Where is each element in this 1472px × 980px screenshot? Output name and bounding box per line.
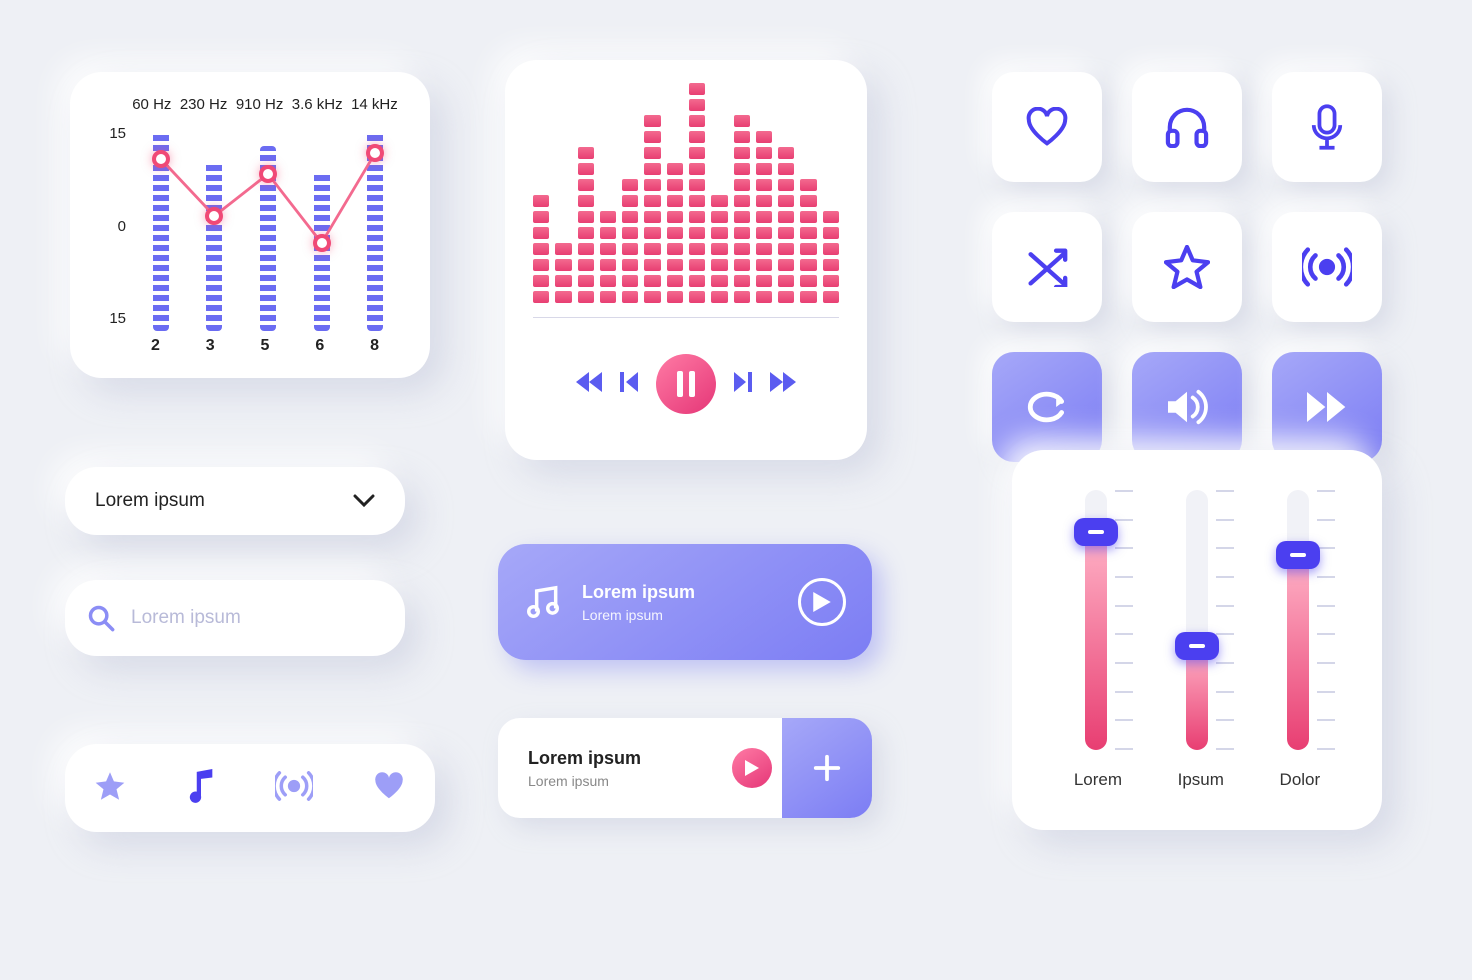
visualizer-column — [800, 179, 816, 303]
slider-thumb[interactable] — [1175, 632, 1219, 660]
star-icon[interactable] — [94, 771, 126, 806]
rewind-button[interactable] — [576, 372, 602, 397]
broadcast-button[interactable] — [1272, 212, 1382, 322]
fast-forward-button[interactable] — [770, 372, 796, 397]
visualizer-column — [555, 243, 571, 303]
heart-button[interactable] — [992, 72, 1102, 182]
eq-value: 3 — [206, 337, 215, 355]
eq-freq-label: 3.6 kHz — [292, 96, 343, 113]
star-button[interactable] — [1132, 212, 1242, 322]
pause-button[interactable] — [656, 354, 716, 414]
track-subtitle: Lorem ipsum — [582, 607, 778, 623]
eq-knob[interactable] — [259, 165, 277, 183]
eq-value: 8 — [370, 337, 379, 355]
slider-label: Ipsum — [1178, 770, 1224, 790]
play-button[interactable] — [732, 748, 772, 788]
eq-freq-label: 230 Hz — [180, 96, 228, 113]
forward-button[interactable] — [1272, 352, 1382, 462]
eq-tick: 0 — [98, 218, 126, 235]
eq-freq-labels: 60 Hz 230 Hz 910 Hz 3.6 kHz 14 kHz — [128, 96, 402, 113]
eq-knob[interactable] — [313, 234, 331, 252]
visualizer-column — [756, 131, 772, 303]
broadcast-icon[interactable] — [275, 771, 313, 806]
eq-tick: 15 — [98, 310, 126, 327]
eq-tick-labels: 15 0 15 — [98, 121, 134, 331]
repeat-button[interactable] — [992, 352, 1102, 462]
visualizer-column — [689, 83, 705, 303]
eq-knob[interactable] — [205, 207, 223, 225]
eq-value: 5 — [261, 337, 270, 355]
dropdown-label: Lorem ipsum — [95, 490, 205, 512]
icon-button-grid — [992, 72, 1382, 462]
music-note-icon[interactable] — [185, 769, 217, 808]
slider-labels: Lorem Ipsum Dolor — [1046, 770, 1348, 790]
play-button[interactable] — [798, 578, 846, 626]
equalizer-card: 60 Hz 230 Hz 910 Hz 3.6 kHz 14 kHz 15 0 … — [70, 72, 430, 378]
search-placeholder: Lorem ipsum — [131, 607, 241, 629]
eq-bars — [134, 121, 402, 331]
slider[interactable] — [1085, 490, 1107, 750]
eq-bar[interactable] — [206, 161, 222, 331]
slider-label: Dolor — [1280, 770, 1321, 790]
eq-knob[interactable] — [366, 144, 384, 162]
slider-thumb[interactable] — [1276, 541, 1320, 569]
eq-value: 2 — [151, 337, 160, 355]
visualizer-column — [734, 115, 750, 303]
heart-icon[interactable] — [372, 771, 406, 806]
music-note-icon — [524, 583, 562, 621]
microphone-button[interactable] — [1272, 72, 1382, 182]
slider[interactable] — [1186, 490, 1208, 750]
visualizer-column — [711, 195, 727, 303]
visualizer-column — [622, 179, 638, 303]
visualizer-bars — [533, 88, 839, 318]
track-title: Lorem ipsum — [528, 748, 714, 769]
eq-tick: 15 — [98, 125, 126, 142]
track-card-purple[interactable]: Lorem ipsum Lorem ipsum — [498, 544, 872, 660]
headphones-button[interactable] — [1132, 72, 1242, 182]
chevron-down-icon — [353, 494, 375, 508]
next-button[interactable] — [734, 372, 752, 397]
track-subtitle: Lorem ipsum — [528, 773, 714, 789]
visualizer-card — [505, 60, 867, 460]
eq-knob[interactable] — [152, 150, 170, 168]
eq-value: 6 — [315, 337, 324, 355]
eq-freq-label: 14 kHz — [351, 96, 398, 113]
shuffle-button[interactable] — [992, 212, 1102, 322]
visualizer-column — [644, 115, 660, 303]
volume-button[interactable] — [1132, 352, 1242, 462]
search-input[interactable]: Lorem ipsum — [65, 580, 405, 656]
slider-thumb[interactable] — [1074, 518, 1118, 546]
track-title: Lorem ipsum — [582, 582, 778, 603]
visualizer-column — [533, 195, 549, 303]
sliders-card: Lorem Ipsum Dolor — [1012, 450, 1382, 830]
eq-freq-label: 910 Hz — [236, 96, 284, 113]
slider[interactable] — [1287, 490, 1309, 750]
add-button[interactable] — [782, 718, 872, 818]
playback-controls — [533, 354, 839, 414]
visualizer-column — [778, 147, 794, 303]
eq-values: 2 3 5 6 8 — [128, 337, 402, 355]
search-icon — [87, 604, 115, 632]
visualizer-column — [600, 211, 616, 303]
eq-freq-label: 60 Hz — [132, 96, 171, 113]
visualizer-column — [667, 163, 683, 303]
slider-label: Lorem — [1074, 770, 1122, 790]
icon-bar — [65, 744, 435, 832]
dropdown[interactable]: Lorem ipsum — [65, 467, 405, 535]
previous-button[interactable] — [620, 372, 638, 397]
visualizer-column — [578, 147, 594, 303]
visualizer-column — [823, 211, 839, 303]
track-card-white: Lorem ipsum Lorem ipsum — [498, 718, 872, 818]
